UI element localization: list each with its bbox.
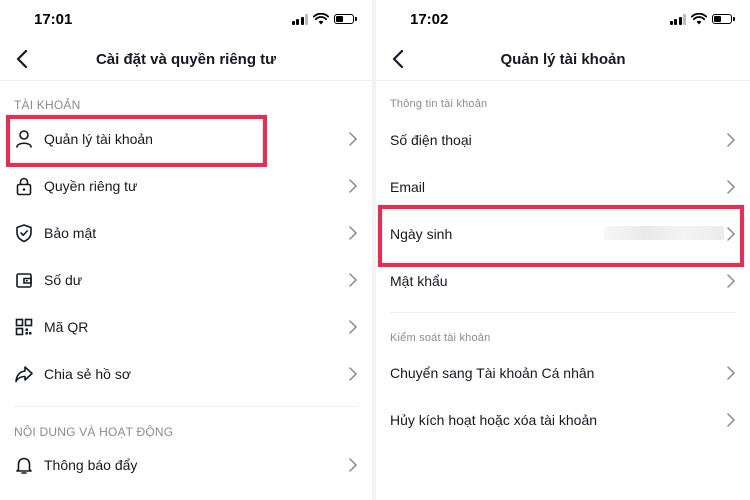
- menu-item-privacy[interactable]: Quyền riêng tư: [0, 163, 372, 209]
- chevron-right-icon: [349, 458, 358, 472]
- menu-item-label: Số điện thoại: [390, 132, 472, 148]
- chevron-right-icon: [727, 133, 736, 147]
- share-icon: [15, 366, 33, 383]
- chevron-right-icon: [727, 227, 736, 241]
- menu-item-label: Quyền riêng tư: [44, 178, 138, 194]
- menu-item-password[interactable]: Mật khẩu: [376, 258, 750, 304]
- section-divider: [14, 406, 358, 407]
- menu-item-security[interactable]: Bảo mật: [0, 210, 372, 256]
- menu-item-email[interactable]: Email: [376, 164, 750, 210]
- menu-item-account-management[interactable]: Quản lý tài khoản: [0, 116, 372, 162]
- bell-icon: [16, 457, 32, 474]
- menu-item-label: Bảo mật: [44, 225, 97, 241]
- menu-item-label: Email: [390, 179, 426, 195]
- section-divider: [390, 312, 736, 313]
- menu-item-share-profile[interactable]: Chia sẻ hồ sơ: [0, 351, 372, 397]
- chevron-right-icon: [349, 367, 358, 381]
- page-title: Quản lý tài khoản: [500, 51, 626, 68]
- menu-item-balance[interactable]: Số dư: [0, 257, 372, 303]
- menu-item-phone-number[interactable]: Số điện thoại: [376, 117, 750, 163]
- menu-item-switch-personal-account[interactable]: Chuyển sang Tài khoản Cá nhân: [376, 350, 750, 396]
- menu-item-birthday[interactable]: Ngày sinh: [376, 211, 750, 257]
- nav-bar: Quản lý tài khoản: [376, 40, 750, 81]
- menu-item-label: Thông báo đẩy: [44, 457, 138, 473]
- menu-item-label: Số dư: [44, 272, 83, 288]
- wallet-icon: [16, 273, 32, 288]
- status-time: 17:01: [34, 11, 73, 28]
- status-bar: 17:01: [0, 0, 372, 40]
- section-header-account-info: Thông tin tài khoản: [390, 98, 488, 110]
- chevron-right-icon: [349, 179, 358, 193]
- chevron-right-icon: [349, 273, 358, 287]
- chevron-right-icon: [349, 132, 358, 146]
- menu-item-label: Hủy kích hoạt hoặc xóa tài khoản: [390, 412, 598, 428]
- section-header-account-control: Kiểm soát tài khoản: [390, 332, 491, 344]
- chevron-right-icon: [727, 366, 736, 380]
- chevron-right-icon: [349, 320, 358, 334]
- wifi-icon: [313, 13, 329, 25]
- menu-item-label: Chuyển sang Tài khoản Cá nhân: [390, 365, 595, 381]
- blurred-value: [604, 226, 724, 240]
- menu-item-label: Chia sẻ hồ sơ: [44, 366, 132, 382]
- section-header-account: TÀI KHOẢN: [14, 98, 81, 112]
- menu-item-push-notifications[interactable]: Thông báo đẩy: [0, 442, 372, 488]
- chevron-right-icon: [727, 413, 736, 427]
- menu-item-label: Mã QR: [44, 319, 89, 335]
- battery-icon: [334, 14, 357, 24]
- menu-item-label: Mật khẩu: [390, 273, 448, 289]
- wifi-icon: [691, 13, 707, 25]
- menu-item-label: Quản lý tài khoản: [44, 131, 153, 147]
- lock-icon: [16, 177, 32, 196]
- battery-icon: [712, 14, 735, 24]
- chevron-right-icon: [727, 180, 736, 194]
- shield-icon: [16, 224, 32, 243]
- status-bar: 17:02: [376, 0, 750, 40]
- chevron-right-icon: [349, 226, 358, 240]
- account-management-screen: 17:02 Quản lý tài khoản Thông tin tài kh…: [376, 0, 750, 500]
- qr-code-icon: [15, 318, 33, 336]
- signal-icon: [669, 13, 686, 25]
- menu-item-qr-code[interactable]: Mã QR: [0, 304, 372, 350]
- menu-item-deactivate-delete-account[interactable]: Hủy kích hoạt hoặc xóa tài khoản: [376, 397, 750, 443]
- section-header-content-activity: NỘI DUNG VÀ HOẠT ĐỘNG: [14, 425, 174, 439]
- settings-privacy-screen: 17:01 Cài đặt và quyền riêng tư TÀI KHOẢ…: [0, 0, 372, 500]
- chevron-right-icon: [727, 274, 736, 288]
- status-time: 17:02: [410, 11, 449, 28]
- menu-item-label: Ngày sinh: [390, 226, 453, 242]
- page-title: Cài đặt và quyền riêng tư: [95, 51, 277, 68]
- person-icon: [16, 130, 32, 148]
- nav-bar: Cài đặt và quyền riêng tư: [0, 40, 372, 81]
- signal-icon: [291, 13, 308, 25]
